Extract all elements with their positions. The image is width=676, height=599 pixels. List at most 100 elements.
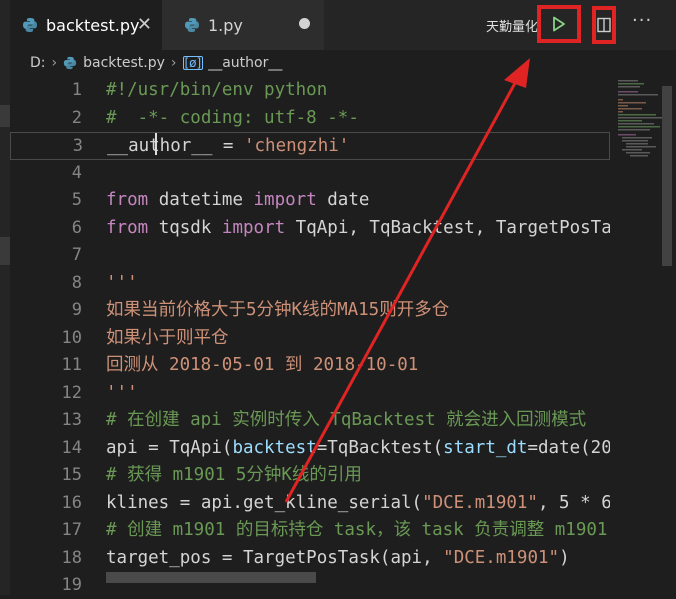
line-number[interactable]: 11	[40, 352, 82, 380]
code-token: '''	[106, 272, 138, 293]
code-text[interactable]: 如果小于则平仓	[106, 325, 229, 353]
code-line[interactable]: 16 klines = api.get_kline_serial("DCE.m19…	[10, 490, 610, 518]
unsaved-dot-icon[interactable]	[299, 18, 310, 29]
variable-symbol-icon: [ø]	[182, 56, 204, 70]
code-text[interactable]: '''	[106, 270, 138, 298]
code-line[interactable]: 6 from tqsdk import TqApi, TqBacktest, Ta…	[10, 215, 610, 243]
code-line[interactable]: 7	[10, 242, 610, 270]
code-editor[interactable]: 1 #!/usr/bin/env python 2 # -*- coding: utf…	[10, 76, 610, 595]
python-icon	[63, 56, 77, 70]
code-line[interactable]: 5 from datetime import date	[10, 187, 610, 215]
line-number[interactable]: 12	[40, 380, 82, 408]
chevron-right-icon: ›	[170, 55, 177, 71]
code-token: from	[106, 217, 149, 238]
code-text[interactable]: api = TqApi(backtest=TqBacktest(start_dt…	[106, 435, 610, 463]
close-icon[interactable]: ✕	[137, 14, 152, 35]
code-line[interactable]: 10 如果小于则平仓	[10, 325, 610, 353]
minimap-preview	[618, 80, 662, 157]
minimap[interactable]	[610, 76, 666, 595]
python-icon	[185, 18, 199, 32]
code-token: =date(2018, 5, 1)	[527, 437, 610, 458]
line-number[interactable]: 14	[40, 435, 82, 463]
code-line[interactable]: 4	[10, 160, 610, 188]
line-number[interactable]: 10	[40, 325, 82, 353]
activity-bar-strip	[0, 0, 10, 595]
code-text[interactable]: '''	[106, 380, 138, 408]
code-token: from	[106, 190, 149, 210]
code-token: __author__	[107, 136, 213, 156]
code-text[interactable]: __author__ = 'chengzhi'	[107, 133, 349, 161]
code-line[interactable]: 12 '''	[10, 380, 610, 408]
play-icon	[553, 16, 565, 32]
code-text[interactable]: klines = api.get_kline_serial("DCE.m1901…	[106, 490, 610, 518]
line-number[interactable]: 18	[40, 545, 82, 573]
code-text[interactable]: 如果当前价格大于5分钟K线的MA15则开多仓	[106, 297, 449, 325]
line-number[interactable]: 2	[40, 105, 82, 133]
line-number[interactable]: 13	[40, 407, 82, 435]
code-line[interactable]: 18 target_pos = TargetPosTask(api, "DCE.m…	[10, 545, 610, 573]
code-text[interactable]: #!/usr/bin/env python	[106, 77, 327, 105]
activity-item[interactable]	[0, 105, 10, 127]
code-line[interactable]: 11 回测从 2018-05-01 到 2018-10-01	[10, 352, 610, 380]
code-line[interactable]: 1 #!/usr/bin/env python	[10, 77, 610, 105]
more-actions-button[interactable]: ···	[632, 10, 652, 31]
activity-item[interactable]	[0, 237, 10, 265]
code-text[interactable]: target_pos = TargetPosTask(api, "DCE.m19…	[106, 545, 570, 573]
code-text[interactable]: # -*- coding: utf-8 -*-	[106, 105, 359, 133]
code-token: # -*- coding: utf-8 -*-	[106, 107, 359, 128]
tab-label: 1.py	[208, 15, 243, 35]
breadcrumb-file[interactable]: backtest.py	[83, 55, 165, 71]
code-token: # 创建 m1901 的目标持仓 task，该 task 负责调整 m1901 …	[106, 520, 608, 540]
code-token: target_pos = TargetPosTask(api,	[106, 547, 444, 568]
code-text[interactable]: from datetime import date	[106, 187, 369, 215]
code-text[interactable]: # 在创建 api 实例时传入 TqBacktest 就会进入回测模式	[106, 407, 586, 435]
code-line[interactable]: 17 # 创建 m1901 的目标持仓 task，该 task 负责调整 m190…	[10, 517, 610, 545]
vertical-scrollbar[interactable]	[662, 86, 672, 266]
line-number[interactable]: 5	[40, 187, 82, 215]
breadcrumb-drive[interactable]: D:	[30, 55, 46, 71]
code-line[interactable]: 3 __author__ = 'chengzhi'	[10, 132, 610, 160]
horizontal-scrollbar[interactable]	[106, 572, 316, 583]
line-number[interactable]: 4	[40, 160, 82, 188]
code-line[interactable]: 9 如果当前价格大于5分钟K线的MA15则开多仓	[10, 297, 610, 325]
code-token: =TqBacktest(	[316, 437, 444, 458]
line-number[interactable]: 1	[40, 77, 82, 105]
line-number[interactable]: 3	[41, 133, 83, 161]
text-cursor	[155, 133, 157, 155]
run-button[interactable]	[537, 5, 581, 43]
line-number[interactable]: 8	[40, 270, 82, 298]
line-number[interactable]: 16	[40, 490, 82, 518]
code-token: "DCE.m1901"	[422, 492, 538, 513]
code-line[interactable]: 8 '''	[10, 270, 610, 298]
code-text[interactable]: # 创建 m1901 的目标持仓 task，该 task 负责调整 m1901 …	[106, 517, 610, 545]
code-token: api = TqApi(	[106, 437, 233, 458]
code-token: "DCE.m1901"	[443, 547, 560, 568]
code-token: # 获得 m1901 5分钟K线的引用	[106, 465, 362, 485]
breadcrumb-symbol[interactable]: __author__	[208, 55, 282, 71]
extension-label[interactable]: 天勤量化	[486, 16, 538, 35]
code-token: 回测从 2018-05-01 到 2018-10-01	[106, 355, 419, 375]
code-line[interactable]: 14 api = TqApi(backtest=TqBacktest(start_…	[10, 435, 610, 463]
code-text[interactable]: # 获得 m1901 5分钟K线的引用	[106, 462, 362, 490]
tab-label: backtest.py	[46, 15, 140, 35]
code-token: 如果小于则平仓	[106, 327, 229, 348]
code-token: date	[316, 190, 370, 210]
line-number[interactable]: 19	[40, 572, 82, 595]
code-token: 如果当前价格大于5分钟K线的MA15则开多仓	[106, 300, 450, 320]
tab-backtest-py[interactable]: backtest.py ✕	[10, 0, 162, 50]
line-number[interactable]: 7	[40, 242, 82, 270]
line-number[interactable]: 15	[40, 462, 82, 490]
code-token: TqApi, TqBacktest, TargetPosTask	[285, 217, 610, 238]
line-number[interactable]: 17	[40, 517, 82, 545]
split-editor-button[interactable]	[592, 6, 616, 44]
code-text[interactable]: from tqsdk import TqApi, TqBacktest, Tar…	[106, 215, 610, 243]
code-token: tqsdk	[148, 217, 222, 238]
code-token: datetime	[148, 190, 254, 210]
line-number[interactable]: 6	[40, 215, 82, 243]
line-number[interactable]: 9	[40, 297, 82, 325]
code-line[interactable]: 13 # 在创建 api 实例时传入 TqBacktest 就会进入回测模式	[10, 407, 610, 435]
tab-1-py[interactable]: 1.py	[162, 0, 324, 50]
code-text[interactable]: 回测从 2018-05-01 到 2018-10-01	[106, 352, 418, 380]
code-line[interactable]: 15 # 获得 m1901 5分钟K线的引用	[10, 462, 610, 490]
code-line[interactable]: 2 # -*- coding: utf-8 -*-	[10, 105, 610, 133]
